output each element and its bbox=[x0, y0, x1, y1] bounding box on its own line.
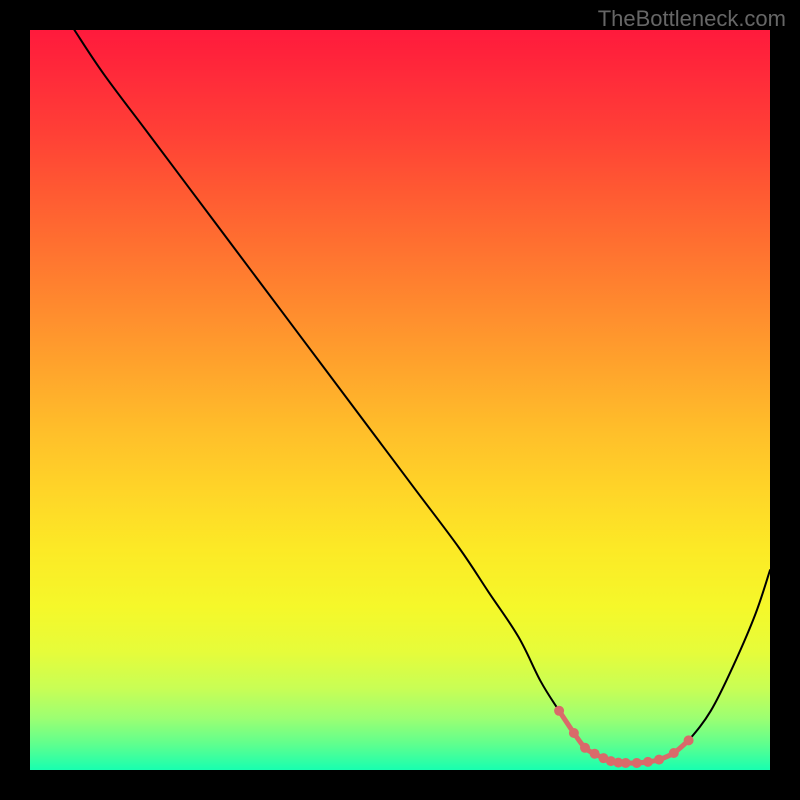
marker-dot bbox=[684, 735, 694, 745]
chart-svg bbox=[30, 30, 770, 770]
watermark-text: TheBottleneck.com bbox=[598, 6, 786, 32]
marker-dot bbox=[580, 743, 590, 753]
marker-dot bbox=[654, 755, 664, 765]
marker-cluster bbox=[554, 706, 694, 768]
marker-path bbox=[559, 711, 689, 763]
marker-dot bbox=[590, 749, 600, 759]
bottleneck-curve bbox=[74, 30, 770, 763]
marker-dot bbox=[569, 728, 579, 738]
marker-dot bbox=[554, 706, 564, 716]
marker-dot bbox=[632, 758, 642, 768]
marker-dot bbox=[643, 757, 653, 767]
marker-dot bbox=[669, 748, 679, 758]
marker-dot bbox=[621, 758, 631, 768]
chart-area bbox=[30, 30, 770, 770]
